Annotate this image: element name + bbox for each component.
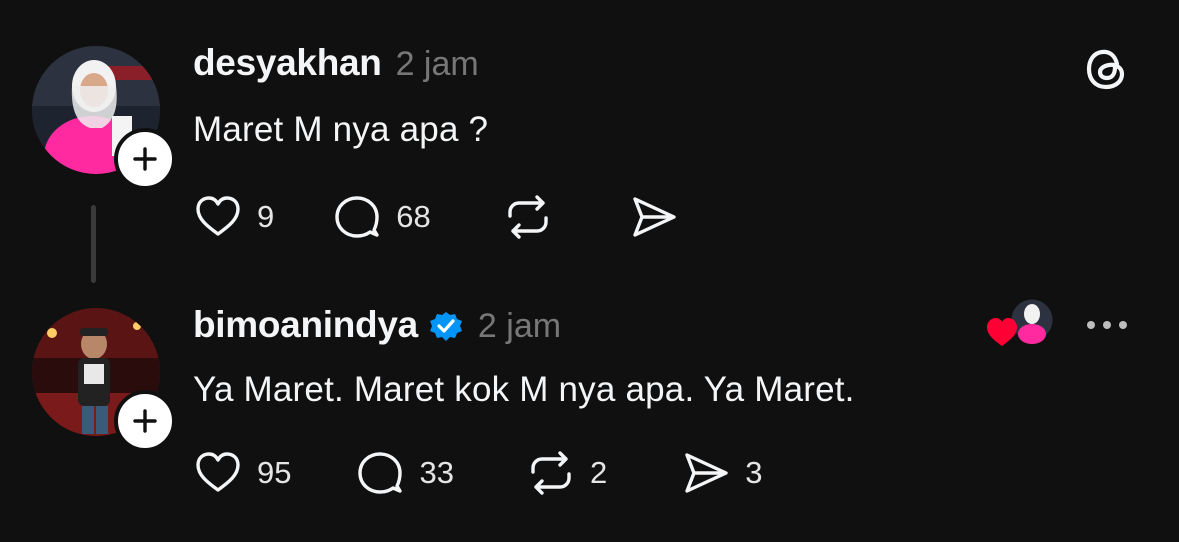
post-bimoanindya: bimoanindya 2 jam Ya Maret. Maret kok M …	[0, 0, 1179, 542]
action-bar: 95 33 2 3	[193, 448, 762, 498]
heart-icon	[196, 452, 240, 492]
like-count: 95	[257, 455, 292, 490]
liked-by-author-icon[interactable]	[986, 296, 1056, 352]
comment-icon	[358, 452, 403, 494]
like-button[interactable]: 95	[193, 448, 291, 498]
follow-button[interactable]	[114, 390, 176, 452]
timestamp: 2 jam	[477, 307, 562, 345]
plus-icon	[133, 409, 157, 433]
username[interactable]: bimoanindya	[193, 304, 418, 346]
repost-icon	[531, 451, 571, 495]
repost-button[interactable]: 2	[526, 448, 607, 498]
share-count: 3	[745, 455, 763, 490]
share-button[interactable]: 3	[681, 448, 762, 498]
repost-count: 2	[589, 455, 608, 490]
send-icon	[685, 453, 728, 493]
post-text: Ya Maret. Maret kok M nya apa. Ya Maret.	[193, 370, 855, 409]
reply-button[interactable]: 33	[355, 448, 454, 498]
post-header: bimoanindya 2 jam	[193, 304, 561, 346]
more-icon[interactable]	[1082, 310, 1132, 340]
verified-badge-icon	[429, 312, 462, 341]
reply-count: 33	[419, 455, 454, 490]
